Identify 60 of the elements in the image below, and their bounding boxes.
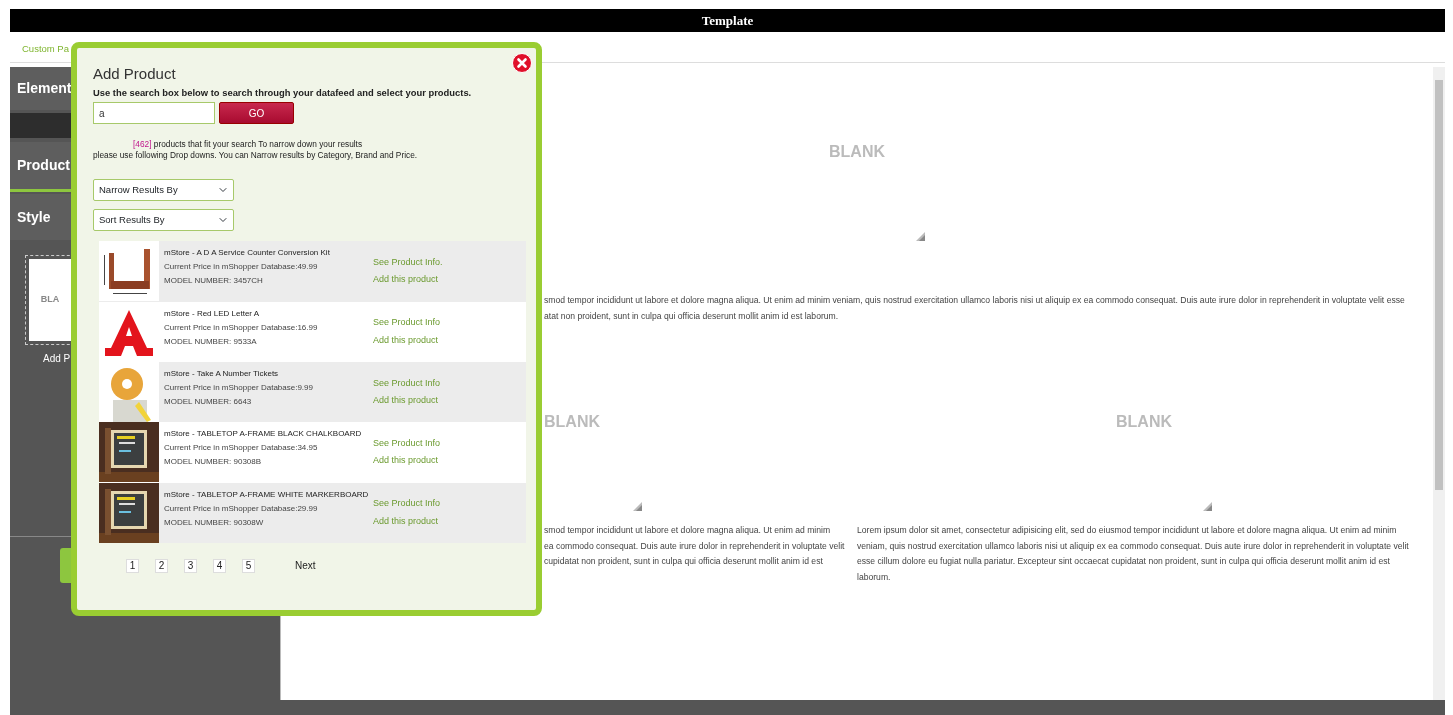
- scrollbar-thumb[interactable]: [1435, 80, 1443, 490]
- text-line: cupidatat non proident, sunt in culpa qui officia deserunt mollit anim id est: [544, 555, 824, 568]
- product-price: Current Price in mShopper Database:16.99: [164, 321, 319, 334]
- placeholder-label: BLANK: [1116, 412, 1172, 432]
- product-title: mStore - A D A Service Counter Conversion Kit: [164, 247, 331, 260]
- results-text: [462] products that fit your search To narrow down your results: [132, 139, 364, 151]
- product-title: mStore - TABLETOP A-FRAME BLACK CHALKBOARD: [164, 428, 363, 441]
- product-info-link[interactable]: See Product Info: [373, 436, 441, 451]
- text-line: atat non proident, sunt in culpa qui officia deserunt mollit anim id est laborum.: [544, 309, 840, 323]
- product-info-link[interactable]: See Product Info: [373, 497, 441, 511]
- results-hint: please use following Drop downs. You can Narrow results by Category, Brand and Price.: [93, 150, 419, 162]
- placeholder-label: BLANK: [544, 412, 600, 432]
- page-number[interactable]: 2: [155, 558, 168, 573]
- dialog-title: Add Product: [93, 65, 177, 83]
- page-tab[interactable]: Custom Pa: [22, 41, 69, 57]
- text-line: smod tempor incididunt ut labore et dolore magna aliqua. Ut enim ad minim: [544, 524, 832, 537]
- add-product-link[interactable]: Add this product: [373, 273, 443, 287]
- resize-icon[interactable]: [1203, 502, 1212, 511]
- text-line: esse cillum dolore eu fugiat nulla pariatur. Excepteur sint occaecat cupidatat non proident, sunt in culpa qui officia deserunt mollit anim id est: [857, 555, 1391, 568]
- scrollbar[interactable]: [1433, 67, 1445, 700]
- page-number[interactable]: 3: [184, 558, 197, 573]
- product-title: mStore - Take A Number Tickets: [164, 367, 280, 380]
- page-number[interactable]: 4: [213, 558, 226, 573]
- text-line: laborum.: [857, 570, 892, 584]
- product-title: mStore - TABLETOP A-FRAME WHITE MARKERBOARD: [164, 488, 370, 501]
- search-field[interactable]: a: [93, 102, 215, 125]
- page-number[interactable]: 5: [242, 558, 255, 573]
- product-info-link[interactable]: See Product Info: [373, 376, 441, 391]
- filter-dropdown[interactable]: Sort Results By: [93, 209, 234, 232]
- text-line: Lorem ipsum dolor sit amet, consectetur adipisicing elit, sed do eiusmod tempor incididunt ut labore et dolore magna aliqua. Ut enim ad minim: [857, 524, 1398, 537]
- product-title: mStore - Red LED Letter A: [164, 307, 261, 320]
- product-price: Current Price in mShopper Database:29.99: [164, 502, 319, 515]
- go-button[interactable]: GO: [219, 102, 294, 125]
- placeholder-label: BLANK: [829, 142, 885, 162]
- resize-icon[interactable]: [633, 502, 642, 511]
- product-info-link[interactable]: See Product Info.: [373, 255, 443, 270]
- add-product-link[interactable]: Add this product: [373, 514, 441, 529]
- close-icon[interactable]: [512, 53, 532, 73]
- text-line: ea commodo consequat. Duis aute irure dolor in reprehenderit in voluptate velit: [544, 539, 846, 553]
- model-number: MODEL NUMBER: 90308W: [164, 516, 265, 529]
- add-product-link[interactable]: Add this product: [373, 394, 441, 408]
- thumbnail-caption: Add P: [43, 352, 72, 366]
- filter-dropdown[interactable]: Narrow Results By: [93, 179, 234, 202]
- model-number: MODEL NUMBER: 6643: [164, 395, 253, 408]
- add-product-link[interactable]: Add this product: [373, 333, 441, 348]
- page-number[interactable]: 1: [126, 558, 139, 573]
- text-line: veniam, quis nostrud exercitation ullamco laboris nisi ut aliquip ex ea commodo consequat. Duis aute irure dolor in reprehenderit in voluptate velit: [857, 539, 1410, 553]
- add-product-link[interactable]: Add this product: [373, 454, 441, 468]
- model-number: MODEL NUMBER: 9533A: [164, 335, 258, 348]
- product-price: Current Price in mShopper Database:49.99: [164, 261, 319, 274]
- text-line: smod tempor incididunt ut labore et dolore magna aliqua. Ut enim ad minim veniam, quis nostrud exercitation ullamco laboris nisi ut aliquip ex ea commodo consequat. Duis aute irure dolor in reprehenderit in voluptate velit esse: [544, 294, 1406, 307]
- next-link[interactable]: Next: [295, 558, 316, 574]
- product-info-link[interactable]: See Product Info: [373, 316, 441, 330]
- product-price: Current Price in mShopper Database:34.95: [164, 442, 319, 455]
- window-title: Template: [10, 9, 1445, 32]
- product-price: Current Price in mShopper Database:9.99: [164, 381, 314, 394]
- resize-icon[interactable]: [916, 232, 925, 241]
- model-number: MODEL NUMBER: 3457CH: [164, 275, 264, 288]
- model-number: MODEL NUMBER: 90308B: [164, 456, 263, 469]
- instructions-text: Use the search box below to search through your datafeed and select your products.: [93, 86, 473, 100]
